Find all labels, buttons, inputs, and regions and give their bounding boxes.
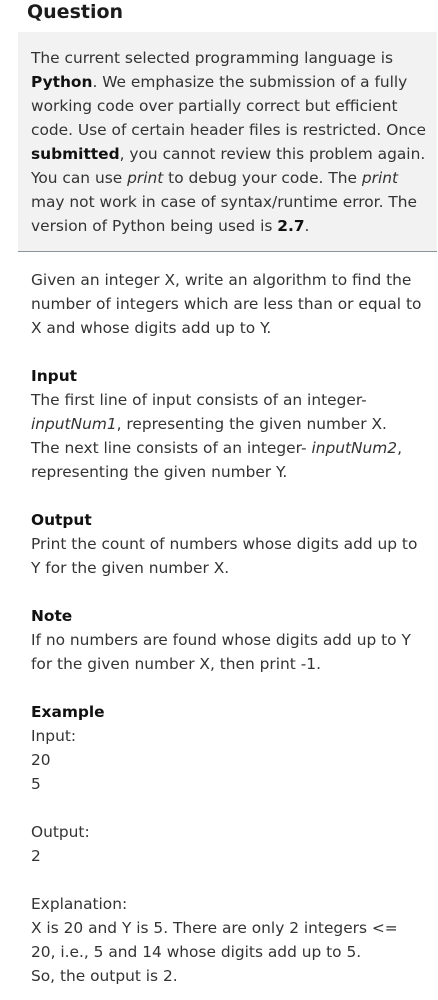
notice-text-6: .	[304, 217, 310, 235]
note-heading: Note	[31, 607, 73, 625]
python-version: 2.7	[277, 217, 305, 235]
question-page: Question The current selected programmin…	[0, 0, 438, 1000]
example-input-line-1: 20	[31, 751, 51, 769]
notice-text-1: The current selected programming languag…	[31, 49, 394, 67]
example-input-line-2: 5	[31, 775, 41, 793]
example-input-label: Input:	[31, 727, 77, 745]
submitted-emphasis: submitted	[31, 145, 120, 163]
print-keyword: print	[127, 169, 164, 187]
example-output-label: Output:	[31, 823, 90, 841]
input-heading: Input	[31, 367, 78, 385]
notice-text-4: to debug your code. The	[163, 169, 362, 187]
explanation-label: Explanation:	[31, 895, 128, 913]
input-variable-2: inputNum2	[311, 439, 398, 457]
print-keyword-2: print	[361, 169, 399, 187]
problem-statement: Given an integer X, write an algorithm t…	[31, 271, 422, 337]
example-output-line-1: 2	[31, 847, 41, 865]
output-heading: Output	[31, 511, 92, 529]
selected-language: Python	[31, 73, 93, 91]
output-description: Print the count of numbers whose digits …	[31, 535, 418, 577]
input-text-2: , representing the given number X.	[116, 415, 387, 433]
input-variable-1: inputNum1	[31, 415, 117, 433]
notice-text-5: may not work in case of syntax/runtime e…	[31, 193, 417, 235]
note-description: If no numbers are found whose digits add…	[31, 631, 411, 673]
explanation-text-1: X is 20 and Y is 5. There are only 2 int…	[31, 919, 398, 961]
page-title: Question	[27, 1, 124, 23]
input-description: The first line of input consists of an i…	[31, 388, 427, 484]
problem-description: Given an integer X, write an algorithm t…	[31, 268, 427, 988]
language-notice-box: The current selected programming languag…	[18, 32, 437, 252]
input-text-3: The next line consists of an integer-	[31, 439, 312, 457]
language-notice-text: The current selected programming languag…	[31, 46, 427, 238]
header: Question	[0, 0, 438, 32]
input-text-1: The first line of input consists of an i…	[31, 391, 367, 409]
explanation-text-2: So, the output is 2.	[31, 967, 178, 985]
example-heading: Example	[31, 703, 105, 721]
